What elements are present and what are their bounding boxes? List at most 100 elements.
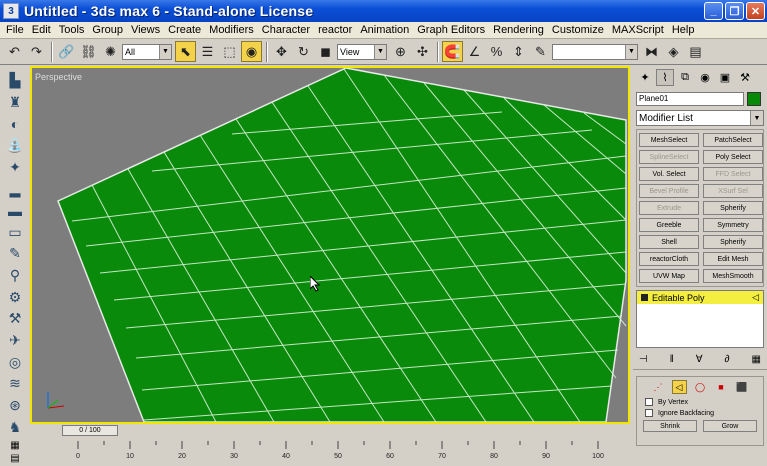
border-icon[interactable]: ◯ [693, 380, 708, 394]
layer-manager-icon[interactable]: ▤ [685, 41, 706, 62]
redo-icon[interactable]: ↷ [26, 41, 47, 62]
mirror-icon[interactable]: ⧓ [641, 41, 662, 62]
character-icon[interactable]: ⚒ [4, 310, 26, 328]
close-button[interactable]: ✕ [746, 2, 765, 20]
ignore-backfacing-checkbox-row[interactable]: Ignore Backfacing [645, 409, 763, 417]
menu-edit[interactable]: Edit [28, 24, 55, 36]
select-and-scale-icon[interactable]: ◼ [315, 41, 336, 62]
select-and-move-icon[interactable]: ✥ [271, 41, 292, 62]
modifier-button-uvw-map[interactable]: UVW Map [639, 269, 699, 283]
modifier-button-reactorcloth[interactable]: reactorCloth [639, 252, 699, 266]
create-tab-icon[interactable]: ✦ [636, 69, 654, 86]
menu-group[interactable]: Group [88, 24, 127, 36]
menu-maxscript[interactable]: MAXScript [608, 24, 668, 36]
track-bar[interactable]: 0 10 20 30 40 50 60 70 80 90 100 [30, 437, 630, 466]
menu-animation[interactable]: Animation [356, 24, 413, 36]
modifier-button-bevel-profile[interactable]: Bevel Profile [639, 184, 699, 198]
minimize-button[interactable]: _ [704, 2, 723, 20]
angle-snap-icon[interactable]: ∠ [464, 41, 485, 62]
menu-customize[interactable]: Customize [548, 24, 608, 36]
select-and-rotate-icon[interactable]: ↻ [293, 41, 314, 62]
modifier-button-spherify[interactable]: Spherify [703, 235, 763, 249]
undo-icon[interactable]: ↶ [4, 41, 25, 62]
restore-button[interactable]: ❐ [725, 2, 744, 20]
modifier-button-spherify[interactable]: Spherify [703, 201, 763, 215]
edge-icon[interactable]: ◁ [671, 380, 687, 394]
unlink-icon[interactable]: ⛓ [78, 41, 99, 62]
by-vertex-checkbox[interactable] [645, 398, 653, 406]
reactor-icon[interactable]: ✈ [4, 332, 26, 350]
object-name-field[interactable]: Plane01 [636, 92, 744, 106]
reference-coordinate-dropdown[interactable]: View ▼ [337, 43, 387, 60]
select-and-manipulate-icon[interactable]: ✣ [412, 41, 433, 62]
nurbs-icon[interactable]: ▂ [4, 180, 26, 198]
track-view-icon[interactable]: ▦ [10, 440, 19, 451]
bind-space-warp-icon[interactable]: ✺ [100, 41, 121, 62]
menu-graph-editors[interactable]: Graph Editors [413, 24, 489, 36]
selection-filter-dropdown[interactable]: All ▼ [122, 43, 172, 60]
render-icon[interactable]: ◎ [4, 353, 26, 371]
show-end-result-icon[interactable]: ǁ [670, 354, 674, 365]
spinner-snap-icon[interactable]: ⇕ [508, 41, 529, 62]
make-unique-icon[interactable]: ∀ [696, 354, 703, 365]
menu-tools[interactable]: Tools [55, 24, 89, 36]
edit-named-selection-icon[interactable]: ✎ [530, 41, 551, 62]
shrink-button[interactable]: Shrink [643, 420, 697, 432]
vertex-icon[interactable]: ⋰ [651, 380, 666, 394]
menu-views[interactable]: Views [127, 24, 164, 36]
menu-create[interactable]: Create [164, 24, 205, 36]
perspective-viewport[interactable]: Perspective [30, 66, 630, 424]
modifier-button-shell[interactable]: Shell [639, 235, 699, 249]
modifier-button-symmetry[interactable]: Symmetry [703, 218, 763, 232]
menu-help[interactable]: Help [668, 24, 699, 36]
mini-curve-icon[interactable]: ▤ [10, 453, 19, 464]
particles-icon[interactable]: ⛲ [4, 137, 26, 155]
display-tab-icon[interactable]: ▣ [716, 69, 734, 86]
dynamics-icon[interactable]: ▬ [4, 202, 26, 220]
named-selection-dropdown[interactable]: ▼ [552, 43, 638, 60]
expand-icon[interactable] [641, 294, 648, 301]
viewport-label[interactable]: Perspective [35, 72, 82, 82]
modifier-list-dropdown[interactable]: Modifier List ▼ [636, 110, 764, 126]
select-object-icon[interactable]: ⬉ [175, 41, 196, 62]
menu-reactor[interactable]: reactor [314, 24, 356, 36]
modifier-button-patchselect[interactable]: PatchSelect [703, 133, 763, 147]
grow-button[interactable]: Grow [703, 420, 757, 432]
rectangular-selection-icon[interactable]: ⬚ [219, 41, 240, 62]
modifiers-icon[interactable]: ⚙ [4, 288, 26, 306]
menu-character[interactable]: Character [258, 24, 314, 36]
menu-modifiers[interactable]: Modifiers [205, 24, 258, 36]
window-crossing-icon[interactable]: ◉ [241, 41, 262, 62]
modifier-button-greeble[interactable]: Greeble [639, 218, 699, 232]
polygon-icon[interactable]: ■ [714, 380, 729, 394]
modifier-button-edit-mesh[interactable]: Edit Mesh [703, 252, 763, 266]
modify-tab-icon[interactable]: ⌇ [656, 68, 674, 86]
patch-icon[interactable]: ✦ [4, 159, 26, 177]
object-color-swatch[interactable] [747, 92, 761, 106]
green-plane-mesh[interactable] [32, 68, 628, 422]
use-pivot-center-icon[interactable]: ⊕ [390, 41, 411, 62]
modifier-button-meshsmooth[interactable]: MeshSmooth [703, 269, 763, 283]
cameras-icon[interactable]: ✎ [4, 245, 26, 263]
modifier-button-vol-select[interactable]: Vol. Select [639, 167, 699, 181]
percent-snap-icon[interactable]: % [486, 41, 507, 62]
modifier-button-ffd-select[interactable]: FFD Select [703, 167, 763, 181]
element-icon[interactable]: ⬛ [735, 380, 750, 394]
max-script-icon[interactable]: ⊛ [4, 397, 26, 415]
wave-icon[interactable]: ≋ [4, 375, 26, 393]
figure-icon[interactable]: ♞ [4, 418, 26, 436]
configure-sets-icon[interactable]: ▦ [752, 354, 761, 365]
helpers-icon[interactable]: ⚲ [4, 267, 26, 285]
pin-stack-icon[interactable]: ⊣ [639, 354, 648, 365]
stack-item-editable-poly[interactable]: Editable Poly ◁ [637, 291, 763, 304]
hierarchy-tab-icon[interactable]: ⧉ [676, 69, 694, 86]
compounds-icon[interactable]: ◐ [4, 115, 26, 133]
align-icon[interactable]: ◈ [663, 41, 684, 62]
modifier-button-xsurf-sel[interactable]: XSurf Sel [703, 184, 763, 198]
modifier-button-poly-select[interactable]: Poly Select [703, 150, 763, 164]
remove-modifier-icon[interactable]: ∂ [725, 354, 730, 365]
lights-icon[interactable]: ▭ [4, 223, 26, 241]
modifier-stack[interactable]: Editable Poly ◁ [636, 290, 764, 348]
menu-file[interactable]: File [2, 24, 28, 36]
utilities-tab-icon[interactable]: ⚒ [736, 69, 754, 86]
